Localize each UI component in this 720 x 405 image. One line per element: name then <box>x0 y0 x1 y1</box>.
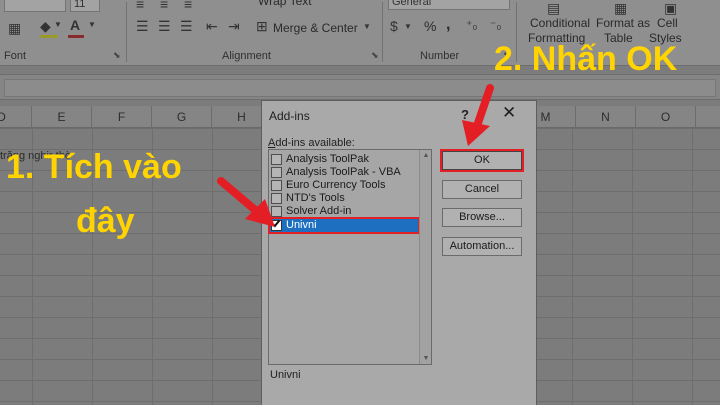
column-header[interactable]: N <box>576 106 636 128</box>
column-header[interactable]: G <box>152 106 212 128</box>
scroll-up-icon[interactable]: ▲ <box>421 152 431 159</box>
percent-button[interactable]: % <box>424 18 436 34</box>
group-label-alignment: Alignment <box>222 50 271 62</box>
list-item[interactable]: NTD's Tools <box>270 192 416 205</box>
automation-button[interactable]: Automation... <box>442 237 522 256</box>
add-ins-available-label: Add-ins available: <box>268 137 355 149</box>
annotation-step2: 2. Nhấn OK <box>494 40 678 78</box>
number-format-box[interactable]: General <box>388 0 510 10</box>
group-divider <box>126 2 127 62</box>
wrap-text-button[interactable]: Wrap Text <box>258 0 312 8</box>
list-item-label: Univni <box>286 219 317 231</box>
font-size-value: 11 <box>74 0 86 10</box>
formula-input[interactable] <box>4 79 716 97</box>
font-color-bar <box>68 35 84 38</box>
format-as-table-line1[interactable]: Format as <box>596 16 650 30</box>
merge-center-button[interactable]: Merge & Center <box>273 21 358 35</box>
conditional-formatting-icon: ▤ <box>547 0 561 16</box>
column-header[interactable]: O <box>636 106 696 128</box>
conditional-formatting-line1[interactable]: Conditional <box>530 16 590 30</box>
group-divider <box>382 2 383 62</box>
cell-styles-line1[interactable]: Cell <box>657 16 678 30</box>
arrow-to-checkbox-icon <box>217 177 275 227</box>
align-bottom-icon[interactable]: ≡ <box>184 0 192 12</box>
list-scrollbar[interactable]: ▲ ▼ <box>419 150 431 364</box>
list-item-selected[interactable]: Univni <box>268 217 420 234</box>
dialog-launcher-icon[interactable]: ⬊ <box>113 50 121 61</box>
cancel-button[interactable]: Cancel <box>442 180 522 199</box>
annotation-step1-line1: 1. Tích vào <box>6 148 182 186</box>
format-as-table-icon: ▦ <box>614 0 628 16</box>
align-center-icon[interactable]: ☰ <box>158 18 171 35</box>
increase-indent-icon[interactable]: ⇥ <box>228 18 240 35</box>
list-item[interactable]: Solver Add-in <box>270 205 416 218</box>
list-item-label: Analysis ToolPak - VBA <box>286 166 401 178</box>
annotation-step1-line2: đây <box>76 202 135 240</box>
ok-button[interactable]: OK <box>440 149 524 172</box>
chevron-down-icon[interactable]: ▼ <box>88 20 96 29</box>
align-left-icon[interactable]: ☰ <box>136 18 149 35</box>
merge-icon: ⊞ <box>256 18 268 34</box>
dialog-title: Add-ins <box>269 109 310 123</box>
chevron-down-icon[interactable]: ▼ <box>54 20 62 29</box>
align-top-icon[interactable]: ≡ <box>136 0 144 12</box>
dialog-launcher-icon[interactable]: ⬊ <box>371 50 379 61</box>
group-label-font: Font <box>4 50 27 62</box>
column-header[interactable]: F <box>92 106 152 128</box>
description-area: Univni <box>268 365 528 405</box>
add-in-description: Univni <box>270 369 301 381</box>
list-item[interactable]: Analysis ToolPak - VBA <box>270 166 416 179</box>
column-header[interactable]: E <box>32 106 92 128</box>
chevron-down-icon[interactable]: ▼ <box>404 22 412 31</box>
arrow-to-ok-icon <box>462 84 494 146</box>
list-item-label: NTD's Tools <box>286 192 345 204</box>
chevron-down-icon[interactable]: ▼ <box>363 22 371 31</box>
decrease-decimal-icon[interactable]: ⁻₀ <box>490 18 501 32</box>
fill-color-icon[interactable]: ◆ <box>40 18 51 35</box>
list-item-label: Analysis ToolPak <box>286 153 369 165</box>
scroll-down-icon[interactable]: ▼ <box>421 355 431 362</box>
group-label-number: Number <box>420 50 460 62</box>
number-format-value: General <box>392 0 432 8</box>
fill-color-bar <box>40 35 58 38</box>
align-middle-icon[interactable]: ≡ <box>160 0 168 12</box>
list-item[interactable]: Euro Currency Tools <box>270 179 416 192</box>
decrease-indent-icon[interactable]: ⇤ <box>206 18 218 35</box>
label-rest: dd-ins available: <box>275 137 355 149</box>
borders-icon[interactable]: ▦ <box>8 20 21 37</box>
list-item-label: Euro Currency Tools <box>286 179 386 191</box>
increase-decimal-icon[interactable]: ⁺₀ <box>466 18 477 32</box>
column-header[interactable]: D <box>0 106 32 128</box>
browse-button[interactable]: Browse... <box>442 208 522 227</box>
currency-icon[interactable]: $ <box>390 18 398 34</box>
comma-button[interactable]: , <box>446 16 450 34</box>
close-icon[interactable]: ✕ <box>502 104 516 122</box>
cell-styles-icon: ▣ <box>664 0 678 16</box>
list-item-label: Solver Add-in <box>286 205 352 217</box>
align-right-icon[interactable]: ☰ <box>180 18 193 35</box>
font-size-box[interactable]: 11 <box>70 0 100 12</box>
add-ins-list[interactable]: Analysis ToolPak Analysis ToolPak - VBA … <box>268 149 432 365</box>
list-item[interactable]: Analysis ToolPak <box>270 153 416 166</box>
checkbox[interactable] <box>271 154 282 165</box>
font-color-icon[interactable]: A <box>70 17 80 33</box>
font-name-box[interactable] <box>4 0 66 12</box>
